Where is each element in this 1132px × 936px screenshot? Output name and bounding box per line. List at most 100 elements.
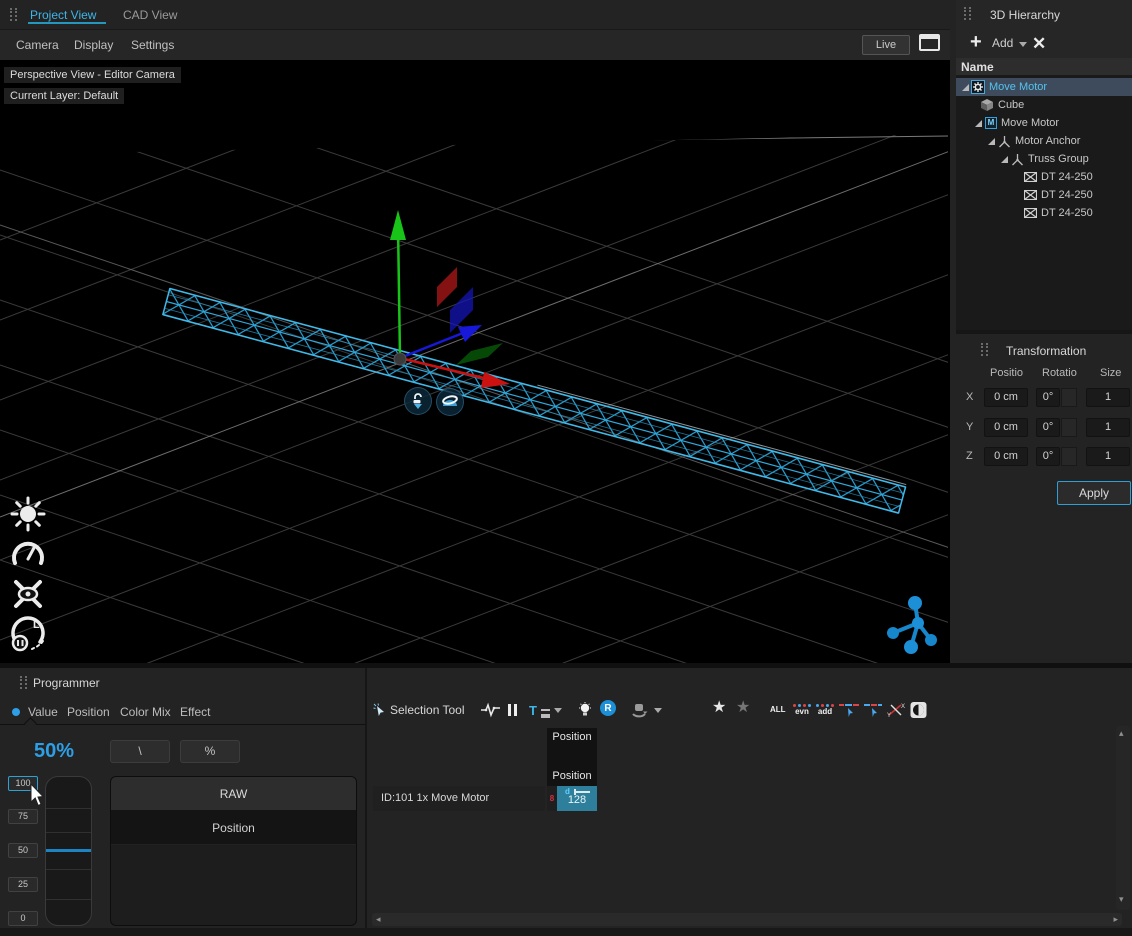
selection-tool-icon[interactable] <box>373 700 387 720</box>
horizontal-scrollbar[interactable]: ◂ ▸ <box>372 913 1122 926</box>
rotation-x-input[interactable]: 0° <box>1036 388 1060 407</box>
tree-row-move-motor-selected[interactable]: Move Motor <box>956 78 1132 96</box>
fixture-row-label[interactable]: ID:101 1x Move Motor <box>373 786 545 811</box>
drag-handle-icon[interactable] <box>964 7 971 20</box>
tab-value[interactable]: Value <box>28 705 58 719</box>
rotation-z-input[interactable]: 0° <box>1036 447 1060 466</box>
drag-handle-icon[interactable] <box>981 343 988 356</box>
tree-column-header[interactable]: Name <box>956 58 1132 76</box>
lightbulb-icon[interactable] <box>578 700 592 720</box>
value-fader[interactable] <box>45 776 92 926</box>
tree-row-dt24250[interactable]: DT 24-250 <box>956 168 1132 186</box>
right-panel: 3D Hierarchy + Add ✕ Name Move Motor <box>956 0 1132 665</box>
fader-level-indicator[interactable] <box>46 849 91 852</box>
truss-wireframe[interactable] <box>163 286 907 513</box>
group-raw[interactable]: RAW <box>111 777 356 811</box>
fader-tick-25-button[interactable]: 25 <box>8 877 38 892</box>
fader-tick-0-button[interactable]: 0 <box>8 911 38 926</box>
select-range-alt-icon[interactable] <box>863 700 883 720</box>
node-graph-icon[interactable] <box>887 596 937 654</box>
add-button[interactable]: Add <box>992 36 1013 50</box>
size-z-input[interactable]: 1 <box>1086 447 1130 466</box>
add-plus-icon[interactable]: + <box>970 32 982 52</box>
percent-button[interactable]: % <box>180 740 240 763</box>
tree-row-dt24250[interactable]: DT 24-250 <box>956 204 1132 222</box>
sun-brightness-icon[interactable] <box>8 494 48 534</box>
tab-cad-view[interactable]: CAD View <box>123 8 177 22</box>
scroll-left-icon[interactable]: ◂ <box>376 914 381 925</box>
scroll-up-icon[interactable]: ▴ <box>1119 728 1124 739</box>
menu-settings[interactable]: Settings <box>131 38 174 52</box>
fixture-value-cell[interactable]: 8 d 128 <box>547 786 597 811</box>
scroll-down-icon[interactable]: ▾ <box>1119 894 1124 905</box>
add-dropdown-caret-icon[interactable] <box>1019 42 1027 47</box>
backslash-button[interactable]: \ <box>110 740 170 763</box>
text-tool-caret-icon[interactable] <box>554 708 562 728</box>
trackball-button[interactable] <box>436 388 464 416</box>
size-x-input[interactable]: 1 <box>1086 388 1130 407</box>
group-position[interactable]: Position <box>111 811 356 845</box>
text-tool-icon[interactable]: T <box>529 700 537 720</box>
menu-camera[interactable]: Camera <box>16 38 59 52</box>
tree-row-truss-group[interactable]: Truss Group <box>956 150 1132 168</box>
rotation-z-picker[interactable] <box>1061 447 1077 466</box>
position-z-input[interactable]: 0 cm <box>984 447 1028 466</box>
gauge-icon[interactable] <box>10 537 46 573</box>
favorite-star-icon[interactable]: ★ <box>712 697 726 717</box>
drag-handle-icon[interactable] <box>10 8 17 21</box>
scroll-right-icon[interactable]: ▸ <box>1113 914 1118 925</box>
cell-value-area[interactable]: d 128 <box>557 786 597 811</box>
select-all-button[interactable]: ALL <box>770 700 786 720</box>
apply-button[interactable]: Apply <box>1057 481 1131 505</box>
pulse-icon[interactable] <box>481 700 501 720</box>
vertical-scrollbar[interactable]: ▴ ▾ <box>1116 726 1130 910</box>
menu-display[interactable]: Display <box>74 38 113 52</box>
delete-x-icon[interactable]: ✕ <box>1032 34 1046 54</box>
live-button[interactable]: Live <box>862 35 910 55</box>
rotation-x-picker[interactable] <box>1061 388 1077 407</box>
tab-position[interactable]: Position <box>67 705 110 719</box>
fixture-caret-icon[interactable] <box>654 708 662 728</box>
position-y-input[interactable]: 0 cm <box>984 418 1028 437</box>
tab-effect[interactable]: Effect <box>180 705 210 719</box>
fader-tick-50-button[interactable]: 50 <box>8 843 38 858</box>
floor-grid <box>0 60 950 663</box>
list-lines-icon[interactable] <box>541 709 550 718</box>
expander-icon[interactable] <box>988 138 995 145</box>
expander-icon[interactable] <box>1001 156 1008 163</box>
position-x-input[interactable]: 0 cm <box>984 388 1028 407</box>
select-even-button[interactable]: evn <box>793 700 811 720</box>
tree-item-label: DT 24-250 <box>1041 189 1093 201</box>
fader-tick-75-button[interactable]: 75 <box>8 809 38 824</box>
lock-hand-button[interactable] <box>404 387 432 415</box>
playback-loop-icon[interactable]: L <box>6 611 50 655</box>
window-maximize-icon[interactable] <box>919 34 940 51</box>
swap-xy-icon[interactable]: X Y <box>887 700 905 720</box>
tab-project-view[interactable]: Project View <box>30 8 96 22</box>
tools-view-icon[interactable] <box>8 574 48 614</box>
favorite-star-dim-icon[interactable]: ★ <box>736 697 750 717</box>
tree-row-move-motor[interactable]: M Move Motor <box>956 114 1132 132</box>
record-badge-icon[interactable]: R <box>600 700 616 716</box>
tree-row-cube[interactable]: Cube <box>956 96 1132 114</box>
size-y-input[interactable]: 1 <box>1086 418 1130 437</box>
select-range-icon[interactable] <box>839 700 859 720</box>
tree-row-motor-anchor[interactable]: Motor Anchor <box>956 132 1132 150</box>
contrast-icon[interactable] <box>910 700 927 720</box>
rotation-y-input[interactable]: 0° <box>1036 418 1060 437</box>
3d-viewport[interactable]: Perspective View - Editor Camera Current… <box>0 60 950 663</box>
hierarchy-header: 3D Hierarchy <box>956 0 1132 28</box>
tree-row-dt24250[interactable]: DT 24-250 <box>956 186 1132 204</box>
column-position: Positio <box>990 367 1023 379</box>
expander-icon[interactable] <box>975 120 982 127</box>
fixture-rotate-icon[interactable] <box>630 700 648 720</box>
axis-x-label: X <box>966 391 973 403</box>
drag-handle-icon[interactable] <box>20 676 27 689</box>
value-percent-label: 50% <box>34 740 74 763</box>
pause-icon[interactable] <box>506 700 518 720</box>
select-add-button[interactable]: add <box>816 700 834 720</box>
expander-icon[interactable] <box>962 84 969 91</box>
tree-item-label: DT 24-250 <box>1041 171 1093 183</box>
rotation-y-picker[interactable] <box>1061 418 1077 437</box>
tab-color-mix[interactable]: Color Mix <box>120 705 171 719</box>
